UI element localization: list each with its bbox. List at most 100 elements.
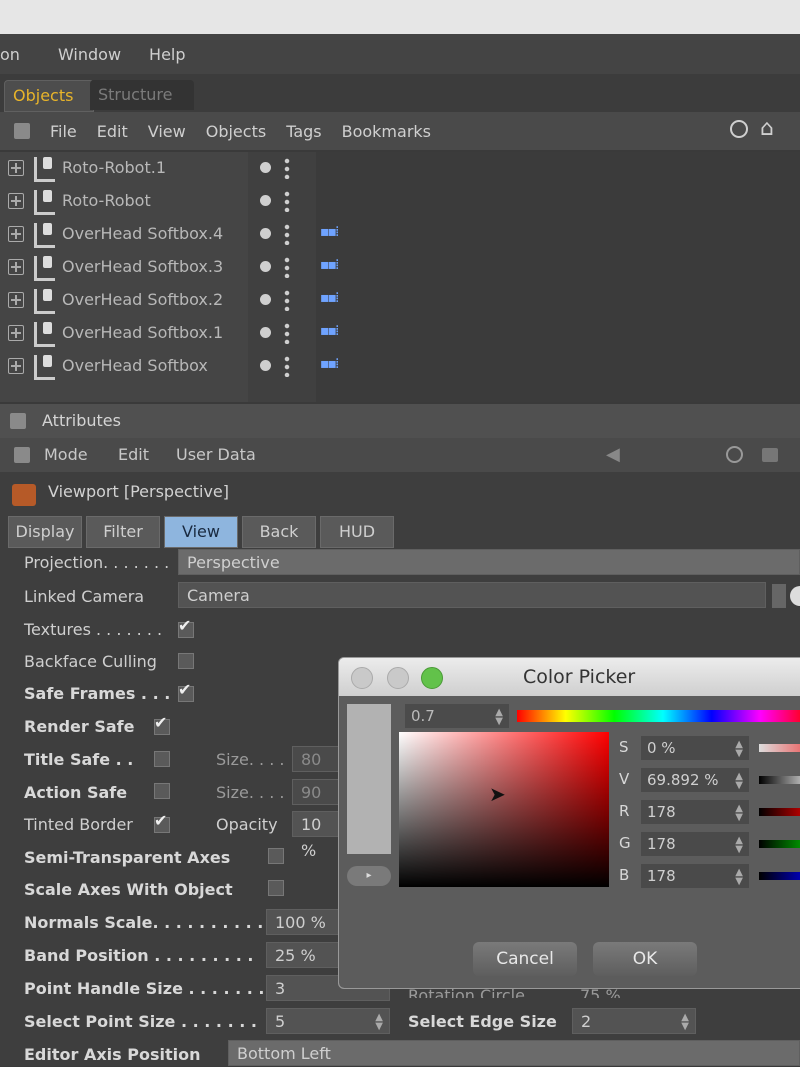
s-slider[interactable] (759, 744, 800, 752)
select-point-size-field[interactable]: 5 ▲ ▼ (266, 1008, 390, 1034)
visibility-dots-icon[interactable] (284, 157, 290, 179)
home-icon[interactable]: ⌂ (760, 118, 774, 140)
tab-display[interactable]: Display (8, 516, 82, 548)
visibility-dots-icon[interactable] (284, 289, 290, 311)
search-icon[interactable] (726, 446, 743, 463)
expand-icon[interactable] (8, 160, 24, 176)
enable-dot-icon[interactable] (260, 261, 271, 272)
menu-mode[interactable]: Mode (44, 438, 88, 472)
editor-axis-position-select[interactable]: Bottom Left (228, 1040, 800, 1066)
scale-axes-checkbox[interactable] (268, 880, 284, 896)
enable-dot-icon[interactable] (260, 327, 271, 338)
expand-icon[interactable] (8, 226, 24, 242)
r-slider[interactable] (759, 808, 800, 816)
stepper-icon[interactable]: ▲ ▼ (735, 836, 743, 855)
tab-filter[interactable]: Filter (86, 516, 160, 548)
enable-dot-icon[interactable] (260, 162, 271, 173)
saturation-value-field[interactable] (399, 732, 609, 887)
tab-back[interactable]: Back (242, 516, 316, 548)
g-field[interactable]: 178 ▲ ▼ (641, 832, 749, 856)
expand-icon[interactable] (8, 193, 24, 209)
enable-dot-icon[interactable] (260, 228, 271, 239)
normals-scale-field[interactable]: 100 % (266, 909, 346, 935)
menu-bookmarks[interactable]: Bookmarks (342, 122, 431, 141)
panel-menu-icon[interactable] (14, 123, 30, 139)
stepper-icon[interactable]: ▲ ▼ (735, 804, 743, 823)
stepper-icon[interactable]: ▲ ▼ (681, 1013, 689, 1032)
g-slider[interactable] (759, 840, 800, 848)
enable-dot-icon[interactable] (260, 294, 271, 305)
minimize-icon[interactable] (387, 667, 409, 689)
camera-link-arrow-icon[interactable] (772, 584, 786, 608)
visibility-dots-icon[interactable] (284, 256, 290, 278)
menu-view[interactable]: View (148, 122, 186, 141)
band-position-field[interactable]: 25 % (266, 942, 346, 968)
panel-menu-icon[interactable] (14, 447, 30, 463)
tag-icon[interactable]: ▪▪⁞ (320, 323, 342, 343)
opacity-field[interactable]: 10 % (292, 811, 342, 860)
tab-objects[interactable]: Objects (4, 80, 94, 112)
visibility-dots-icon[interactable] (284, 355, 290, 377)
back-arrow-icon[interactable]: ◀ (606, 438, 620, 472)
projection-select[interactable]: Perspective (178, 549, 800, 575)
object-row[interactable]: OverHead Softbox.3 (0, 251, 248, 283)
select-edge-size-field[interactable]: 2 ▲ ▼ (572, 1008, 696, 1034)
backface-culling-checkbox[interactable] (178, 653, 194, 669)
enable-dot-icon[interactable] (260, 195, 271, 206)
tag-icon[interactable]: ▪▪⁞ (320, 257, 342, 277)
title-safe-size-field[interactable]: 80 (292, 746, 342, 772)
r-field[interactable]: 178 ▲ ▼ (641, 800, 749, 824)
object-row[interactable]: Roto-Robot.1 (0, 152, 248, 184)
stepper-icon[interactable]: ▲ ▼ (375, 1013, 383, 1032)
menu-item-on[interactable]: on (0, 45, 20, 64)
tag-icon[interactable]: ▪▪⁞ (320, 224, 342, 244)
visibility-dots-icon[interactable] (284, 223, 290, 245)
object-row[interactable]: OverHead Softbox.2 (0, 284, 248, 316)
menu-edit[interactable]: Edit (97, 122, 128, 141)
menu-objects[interactable]: Objects (206, 122, 266, 141)
tag-icon[interactable]: ▪▪⁞ (320, 356, 342, 376)
ok-button[interactable]: OK (593, 942, 697, 976)
tab-structure[interactable]: Structure (90, 80, 194, 110)
search-icon[interactable] (730, 120, 748, 138)
semi-transparent-axes-checkbox[interactable] (268, 848, 284, 864)
expand-icon[interactable] (8, 292, 24, 308)
object-row[interactable]: OverHead Softbox.1 (0, 317, 248, 349)
object-row[interactable]: OverHead Softbox.4 (0, 218, 248, 250)
action-safe-checkbox[interactable] (154, 783, 170, 799)
stepper-icon[interactable]: ▲ ▼ (495, 708, 503, 727)
enable-dot-icon[interactable] (260, 360, 271, 371)
linked-camera-field[interactable]: Camera (178, 582, 766, 608)
swatch-expand-button[interactable]: ▸ (347, 866, 391, 886)
expand-icon[interactable] (8, 259, 24, 275)
object-row[interactable]: OverHead Softbox (0, 350, 248, 382)
zoom-icon[interactable] (421, 667, 443, 689)
b-slider[interactable] (759, 872, 800, 880)
stepper-icon[interactable]: ▲ ▼ (735, 740, 743, 759)
menu-file[interactable]: File (50, 122, 77, 141)
brightness-field[interactable]: 0.7 ▲ ▼ (405, 704, 509, 728)
object-row[interactable]: Roto-Robot (0, 185, 248, 217)
tag-icon[interactable]: ▪▪⁞ (320, 290, 342, 310)
action-safe-size-field[interactable]: 90 (292, 779, 342, 805)
b-field[interactable]: 178 ▲ ▼ (641, 864, 749, 888)
s-field[interactable]: 0 % ▲ ▼ (641, 736, 749, 760)
v-slider[interactable] (759, 776, 800, 784)
title-safe-checkbox[interactable] (154, 751, 170, 767)
menu-item-help[interactable]: Help (149, 45, 185, 64)
visibility-dots-icon[interactable] (284, 190, 290, 212)
tab-hud[interactable]: HUD (320, 516, 394, 548)
stepper-icon[interactable]: ▲ ▼ (735, 868, 743, 887)
hue-slider[interactable] (517, 710, 800, 722)
expand-icon[interactable] (8, 358, 24, 374)
menu-user-data[interactable]: User Data (176, 438, 256, 472)
expand-icon[interactable] (8, 325, 24, 341)
menu-tags[interactable]: Tags (286, 122, 321, 141)
close-icon[interactable] (351, 667, 373, 689)
menu-item-window[interactable]: Window (58, 45, 121, 64)
stepper-icon[interactable]: ▲ ▼ (735, 772, 743, 791)
cancel-button[interactable]: Cancel (473, 942, 577, 976)
lock-icon[interactable] (762, 448, 778, 462)
tab-view[interactable]: View (164, 516, 238, 548)
visibility-dots-icon[interactable] (284, 322, 290, 344)
